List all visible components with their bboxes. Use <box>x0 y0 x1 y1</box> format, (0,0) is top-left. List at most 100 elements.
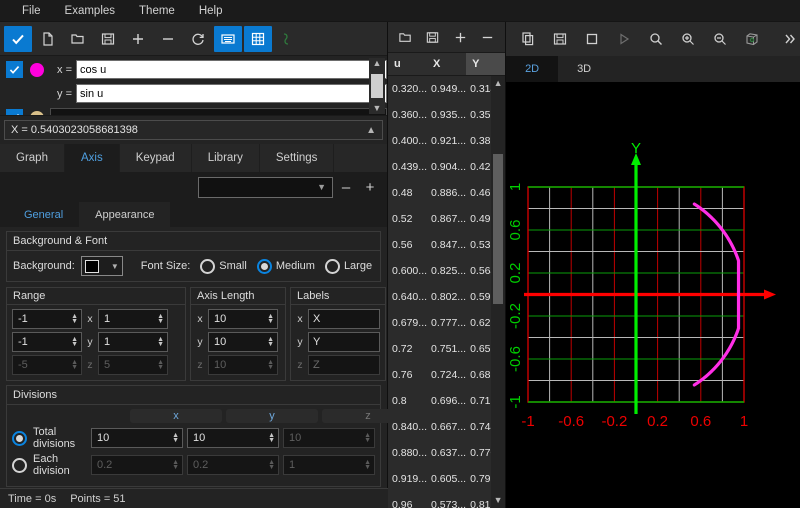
table-row[interactable]: 0.600... 0.825... 0.564... <box>388 258 505 284</box>
zoom-out-button[interactable] <box>706 26 734 52</box>
table-save-button[interactable] <box>420 24 446 50</box>
range-x-min-input[interactable]: -1 ▲ ▼ <box>12 309 82 329</box>
table-cell[interactable]: 0.320... <box>388 83 427 95</box>
each-division-option[interactable]: Each division <box>12 453 87 477</box>
range-y-min-input[interactable]: -1 ▲ ▼ <box>12 332 82 352</box>
table-row[interactable]: 0.919... 0.605... 0.795... <box>388 466 505 492</box>
save-image-button[interactable] <box>546 26 574 52</box>
tab-library[interactable]: Library <box>191 144 260 172</box>
table-cell[interactable]: 0.847... <box>427 239 466 251</box>
table-row[interactable]: 0.52 0.867... 0.496... <box>388 206 505 232</box>
expression-scrollbar[interactable]: ▲ ▼ <box>369 58 385 114</box>
table-header-y[interactable]: Y <box>466 53 506 75</box>
save-button[interactable] <box>94 26 122 52</box>
axis-length-x-input[interactable]: 10 ▲ ▼ <box>208 309 278 329</box>
refresh-button[interactable] <box>184 26 212 52</box>
table-header-x[interactable]: X <box>427 53 466 74</box>
scroll-down-icon[interactable]: ▼ <box>494 495 503 506</box>
table-cell[interactable]: 0.72 <box>388 343 427 355</box>
table-row[interactable]: 0.880... 0.637... 0.770... <box>388 440 505 466</box>
labels-y-input[interactable]: Y <box>308 332 380 352</box>
table-cell[interactable]: 0.400... <box>388 135 427 147</box>
background-color-dropdown[interactable]: ▼ <box>80 256 123 276</box>
check-toggle-button[interactable] <box>4 25 32 52</box>
table-cell[interactable]: 0.96 <box>388 499 427 508</box>
open-folder-button[interactable] <box>64 26 92 52</box>
table-header-u[interactable]: u <box>388 53 427 74</box>
menu-item-examples[interactable]: Examples <box>53 2 128 20</box>
labels-x-input[interactable]: X <box>308 309 380 329</box>
spinner-arrows-icon[interactable]: ▲ ▼ <box>267 313 275 325</box>
zoom-in-button[interactable] <box>674 26 702 52</box>
font-size-option-small[interactable]: Small <box>200 258 247 274</box>
scrollbar-thumb[interactable] <box>371 74 383 98</box>
cube-view-button[interactable] <box>738 26 766 52</box>
table-cell[interactable]: 0.777... <box>427 317 466 329</box>
table-body[interactable]: 0.320... 0.949... 0.314... 0.360... 0.935...… <box>388 75 506 508</box>
add-axis-button[interactable]: + <box>359 177 381 198</box>
table-cell[interactable]: 0.935... <box>427 109 466 121</box>
table-scrollbar[interactable]: ▲ ▼ <box>491 75 506 508</box>
spinner-arrows-icon[interactable]: ▲ ▼ <box>157 313 165 325</box>
table-cell[interactable]: 0.880... <box>388 447 427 459</box>
table-cell[interactable]: 0.825... <box>427 265 466 277</box>
tab-2d[interactable]: 2D <box>506 55 559 82</box>
radio-large[interactable] <box>324 258 340 274</box>
table-cell[interactable]: 0.904... <box>427 161 466 173</box>
table-cell[interactable]: 0.8 <box>388 395 427 407</box>
table-row[interactable]: 0.96 0.573... 0.819... <box>388 492 505 508</box>
table-cell[interactable]: 0.48 <box>388 187 427 199</box>
table-cell[interactable]: 0.56 <box>388 239 427 251</box>
spinner-arrows-icon[interactable]: ▲ ▼ <box>71 336 79 348</box>
expression-2-enabled-checkbox[interactable] <box>6 109 23 115</box>
subtab-general[interactable]: General <box>8 202 80 227</box>
tab-axis[interactable]: Axis <box>64 144 120 172</box>
menu-item-help[interactable]: Help <box>187 2 235 20</box>
table-cell[interactable]: 0.640... <box>388 291 427 303</box>
spinner-arrows-icon[interactable]: ▲ ▼ <box>157 336 165 348</box>
table-cell[interactable]: 0.667... <box>427 421 466 433</box>
menu-item-theme[interactable]: Theme <box>127 2 187 20</box>
menu-item-file[interactable]: File <box>10 2 53 20</box>
spinner-arrows-icon[interactable]: ▲ ▼ <box>268 432 276 444</box>
x-value-readout[interactable]: X = 0.5403023058681398 ▲ <box>4 120 383 140</box>
axis-preset-dropdown[interactable]: ▼ <box>198 176 333 198</box>
radio-each-division[interactable] <box>12 457 27 473</box>
keyboard-button[interactable] <box>214 25 242 52</box>
spinner-arrows-icon[interactable]: ▲ ▼ <box>267 336 275 348</box>
table-cell[interactable]: 0.921... <box>427 135 466 147</box>
font-size-option-large[interactable]: Large <box>324 258 372 274</box>
table-row[interactable]: 0.640... 0.802... 0.597... <box>388 284 505 310</box>
zoom-reset-button[interactable] <box>642 26 670 52</box>
scroll-up-icon[interactable]: ▲ <box>373 58 382 69</box>
table-cell[interactable]: 0.637... <box>427 447 466 459</box>
scroll-down-icon[interactable]: ▼ <box>373 103 382 114</box>
table-cell[interactable]: 0.724... <box>427 369 466 381</box>
table-add-row-button[interactable] <box>447 24 473 50</box>
spinner-arrows-icon[interactable]: ▲ ▼ <box>71 313 79 325</box>
table-cell[interactable]: 0.52 <box>388 213 427 225</box>
tab-graph[interactable]: Graph <box>0 144 65 172</box>
table-cell[interactable]: 0.840... <box>388 421 427 433</box>
table-cell[interactable]: 0.76 <box>388 369 427 381</box>
play-button[interactable] <box>610 26 638 52</box>
chevron-up-icon[interactable]: ▲ <box>366 125 376 136</box>
table-row[interactable]: 0.439... 0.904... 0.425... <box>388 154 505 180</box>
table-row[interactable]: 0.320... 0.949... 0.314... <box>388 76 505 102</box>
radio-small[interactable] <box>200 258 216 274</box>
add-button[interactable] <box>124 26 152 52</box>
table-cell[interactable]: 0.600... <box>388 265 427 277</box>
table-row[interactable]: 0.360... 0.935... 0.352... <box>388 102 505 128</box>
expression-x-input[interactable]: cos u <box>76 60 387 79</box>
total-divisions-option[interactable]: Total divisions <box>12 426 87 450</box>
copy-button[interactable] <box>514 26 542 52</box>
phone-button[interactable] <box>274 26 302 52</box>
table-row[interactable]: 0.400... 0.921... 0.389... <box>388 128 505 154</box>
expression-2-input[interactable] <box>50 108 387 115</box>
table-row[interactable]: 0.840... 0.667... 0.744... <box>388 414 505 440</box>
table-cell[interactable]: 0.919... <box>388 473 427 485</box>
table-row[interactable]: 0.679... 0.777... 0.628... <box>388 310 505 336</box>
remove-axis-button[interactable]: – <box>335 177 357 198</box>
expression-color-swatch[interactable] <box>30 62 44 77</box>
axis-length-y-input[interactable]: 10 ▲ ▼ <box>208 332 278 352</box>
